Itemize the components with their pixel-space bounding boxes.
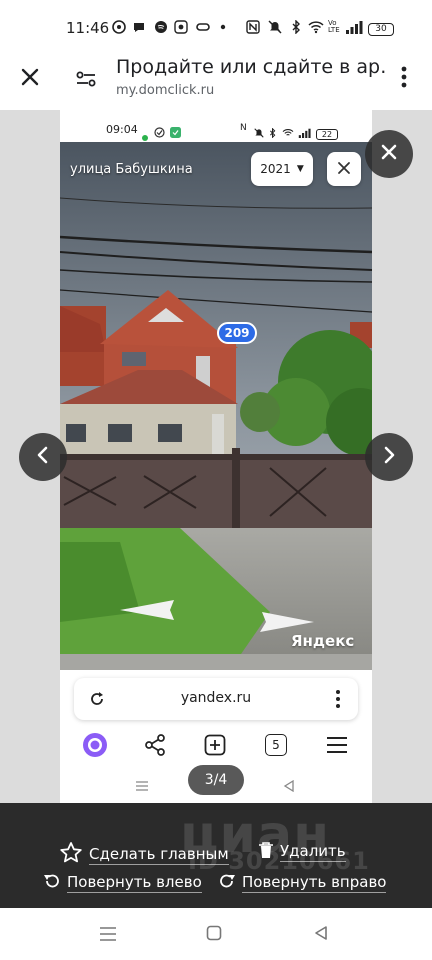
photo-viewer: 09:04 N 22 улица Бабушкина 2021 ▼ 209 Ян… [0,110,432,803]
whatsapp-icon [112,20,126,37]
rotate-left-label: Повернуть влево [67,873,202,893]
tabs-counter[interactable]: 5 [265,734,287,756]
page-domain: my.domclick.ru [116,83,215,98]
inner-nfc-icon: N [240,123,247,133]
more-options-icon[interactable] [394,64,414,90]
delete-label: Удалить [280,842,346,862]
check-circle-icon [154,123,165,142]
inner-more-icon[interactable] [335,689,341,713]
inner-back-icon [283,777,295,796]
inner-mute-icon [254,123,264,142]
make-main-label: Сделать главным [89,845,229,865]
rotate-right-button[interactable]: Повернуть вправо [218,872,387,894]
photo: 09:04 N 22 улица Бабушкина 2021 ▼ 209 Ян… [60,110,372,803]
chevron-left-icon [36,446,50,468]
inner-url-text: yandex.ru [180,690,252,706]
rotate-right-icon [218,872,236,894]
previous-photo-button[interactable] [19,433,67,481]
spotify-icon [154,20,168,37]
rotate-left-icon [43,872,61,894]
status-time: 11:46 [66,19,110,37]
year-select[interactable]: 2021 ▼ [251,152,313,186]
hamburger-menu-icon[interactable] [326,736,348,758]
house-number-badge[interactable]: 209 [217,322,257,344]
page-title: Продайте или сдайте в ар… [116,56,386,78]
inner-toolbar: 5 [60,728,372,762]
browser-header: Продайте или сдайте в ар… my.domclick.ru [0,52,432,110]
inner-url-bar[interactable]: yandex.ru [74,678,358,720]
trash-icon [258,841,274,863]
inner-signal-icon [298,123,311,142]
bluetooth-icon [290,19,302,37]
triangle-down-icon: ▼ [296,164,304,174]
photo-counter: 3/4 [188,765,244,795]
app-badge-icon [170,123,181,142]
site-settings-icon[interactable] [73,66,99,92]
close-icon[interactable] [17,64,43,90]
street-name: улица Бабушкина [70,162,193,177]
battery-level: 30 [368,22,394,36]
volte-icon: Vo LTE [328,19,340,34]
inner-bluetooth-icon [268,123,277,142]
recent-apps-icon[interactable] [99,926,117,946]
close-icon [337,160,351,179]
home-icon[interactable] [206,925,222,945]
nfc-icon [246,20,260,37]
notification-box-icon [174,20,188,37]
inner-wifi-icon [282,123,294,142]
chevron-right-icon [382,446,396,468]
inner-menu-icon [135,777,149,796]
system-nav-bar [0,908,432,960]
inner-battery-level: 22 [316,129,338,140]
wifi-icon [308,20,324,37]
chat-icon [132,20,146,37]
close-icon [380,143,398,165]
delete-button[interactable]: Удалить [258,841,346,863]
next-photo-button[interactable] [365,433,413,481]
status-bar: 11:46 Vo LTE 30 [0,0,432,52]
street-scene [60,142,372,670]
dot-icon [220,20,226,37]
yandex-watermark: Яндекс [291,632,355,650]
alice-icon[interactable] [82,732,108,762]
photo-actions-panel: циан ID 30210661 Сделать главным Удалить… [0,803,432,908]
rotate-right-label: Повернуть вправо [242,873,387,893]
rotate-left-button[interactable]: Повернуть влево [43,872,202,894]
share-icon[interactable] [144,734,166,760]
close-viewer-button[interactable] [365,130,413,178]
star-icon [59,841,83,869]
street-view-image: улица Бабушкина 2021 ▼ 209 Яндекс [60,142,372,670]
link-icon [196,20,210,37]
make-main-button[interactable]: Сделать главным [59,841,229,869]
back-icon[interactable] [313,925,329,945]
inner-battery-icon: 22 [316,122,338,141]
inner-status-bar: 09:04 N 22 [60,110,372,142]
new-tab-icon[interactable] [204,734,226,760]
year-value: 2021 [260,162,291,176]
battery-icon: 30 [368,20,394,36]
signal-icon [345,20,363,37]
mute-icon [268,20,282,37]
inner-status-time: 09:04 [106,123,138,136]
street-view-close-button[interactable] [327,152,361,186]
